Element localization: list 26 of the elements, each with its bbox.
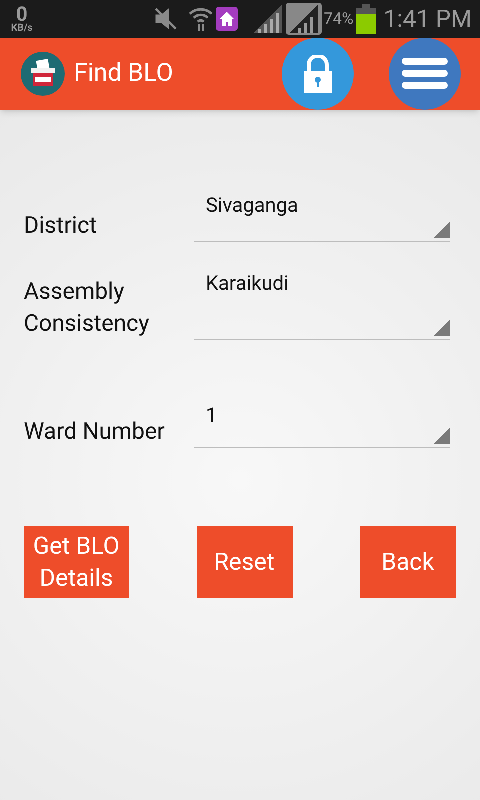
- wifi-icon: [188, 6, 214, 32]
- action-button[interactable]: Back: [360, 526, 456, 598]
- action-button[interactable]: Reset: [196, 526, 292, 598]
- menu-icon: [401, 57, 449, 91]
- battery-icon: [356, 4, 376, 34]
- dropdown[interactable]: Karaikudi: [194, 268, 450, 340]
- ballot-box-icon: [21, 52, 65, 96]
- signal-icon: [254, 5, 282, 33]
- speed-unit: KB/s: [11, 24, 33, 34]
- home-app-icon: [216, 7, 238, 31]
- dropdown-caret-icon: [434, 320, 450, 336]
- dropdown[interactable]: Sivaganga: [194, 190, 450, 242]
- dropdown[interactable]: 1: [194, 400, 450, 448]
- network-speed: 0: [16, 4, 28, 24]
- signal-icon: [286, 3, 322, 35]
- app-title: Find BLO: [74, 58, 174, 90]
- field-label: Assembly Consistency: [24, 277, 150, 339]
- mute-icon: [154, 7, 178, 31]
- battery-percent: 74%: [324, 8, 354, 30]
- field-label: District: [24, 211, 98, 241]
- dropdown-caret-icon: [434, 428, 450, 444]
- lock-icon: [302, 55, 334, 93]
- field-label: Ward Number: [24, 417, 166, 447]
- action-button[interactable]: Get BLO Details: [24, 526, 129, 598]
- dropdown-caret-icon: [434, 222, 450, 238]
- clock: 1:41 PM: [384, 4, 472, 35]
